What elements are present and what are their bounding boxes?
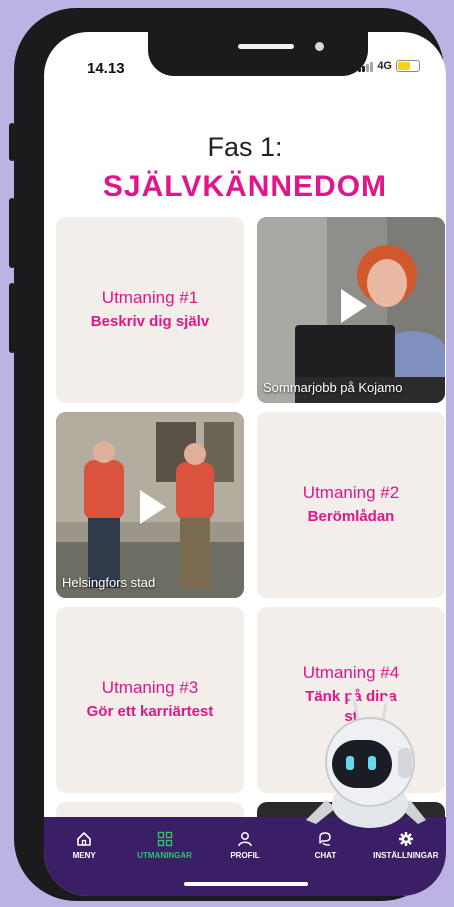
play-icon[interactable]: [341, 289, 367, 323]
user-icon: [238, 832, 252, 847]
home-indicator[interactable]: [184, 882, 308, 886]
gear-icon: [398, 832, 413, 846]
network-type: 4G: [377, 60, 392, 72]
tab-label: MENY: [72, 851, 96, 860]
challenge-title: Gör ett karriärtest: [86, 703, 214, 720]
home-icon: [77, 832, 92, 846]
status-indicators: 4G: [358, 60, 420, 72]
challenge-tile-2[interactable]: Utmaning #2 Berömlådan: [257, 412, 445, 598]
speaker: [238, 44, 294, 49]
video-tile-kojamo[interactable]: Sommarjobb på Kojamo: [257, 217, 445, 403]
tab-label: UTMANINGAR: [137, 851, 192, 860]
notch: [148, 32, 368, 76]
battery-icon: [396, 60, 420, 72]
challenge-title: Beskriv dig själv: [90, 313, 210, 330]
video-caption: Sommarjobb på Kojamo: [263, 380, 403, 395]
challenge-tile-1[interactable]: Utmaning #1 Beskriv dig själv: [56, 217, 244, 403]
app-screen: 14.13 4G Fas 1: SJÄLVKÄNNEDOM Utmaning #…: [44, 32, 446, 896]
phase-title: SJÄLVKÄNNEDOM: [102, 170, 388, 203]
challenge-number: Utmaning #2: [302, 483, 400, 502]
front-camera: [315, 42, 324, 51]
chat-icon: [319, 832, 332, 846]
volume-up-button: [9, 198, 15, 268]
robot-mascot-icon[interactable]: [302, 692, 432, 832]
volume-down-button: [9, 283, 15, 353]
tab-label: CHAT: [314, 851, 337, 860]
play-icon[interactable]: [140, 490, 166, 524]
challenge-number: Utmaning #1: [101, 288, 199, 307]
challenge-tile-3[interactable]: Utmaning #3 Gör ett karriärtest: [56, 607, 244, 793]
video-caption: Helsingfors stad: [62, 575, 156, 590]
challenge-number: Utmaning #3: [101, 678, 199, 697]
challenge-title: Berömlådan: [307, 508, 395, 525]
status-time: 14.13: [87, 60, 125, 77]
grid-icon: [157, 831, 172, 847]
tab-label: INSTÄLLNINGAR: [373, 851, 439, 860]
tab-label: PROFIL: [230, 851, 260, 860]
mute-switch: [9, 123, 15, 161]
tab-meny[interactable]: MENY: [44, 817, 124, 896]
video-tile-helsingfors[interactable]: Helsingfors stad: [56, 412, 244, 598]
phase-label: Fas 1:: [207, 132, 283, 162]
challenge-number: Utmaning #4: [302, 663, 400, 682]
phone-frame: 14.13 4G Fas 1: SJÄLVKÄNNEDOM Utmaning #…: [9, 8, 446, 901]
